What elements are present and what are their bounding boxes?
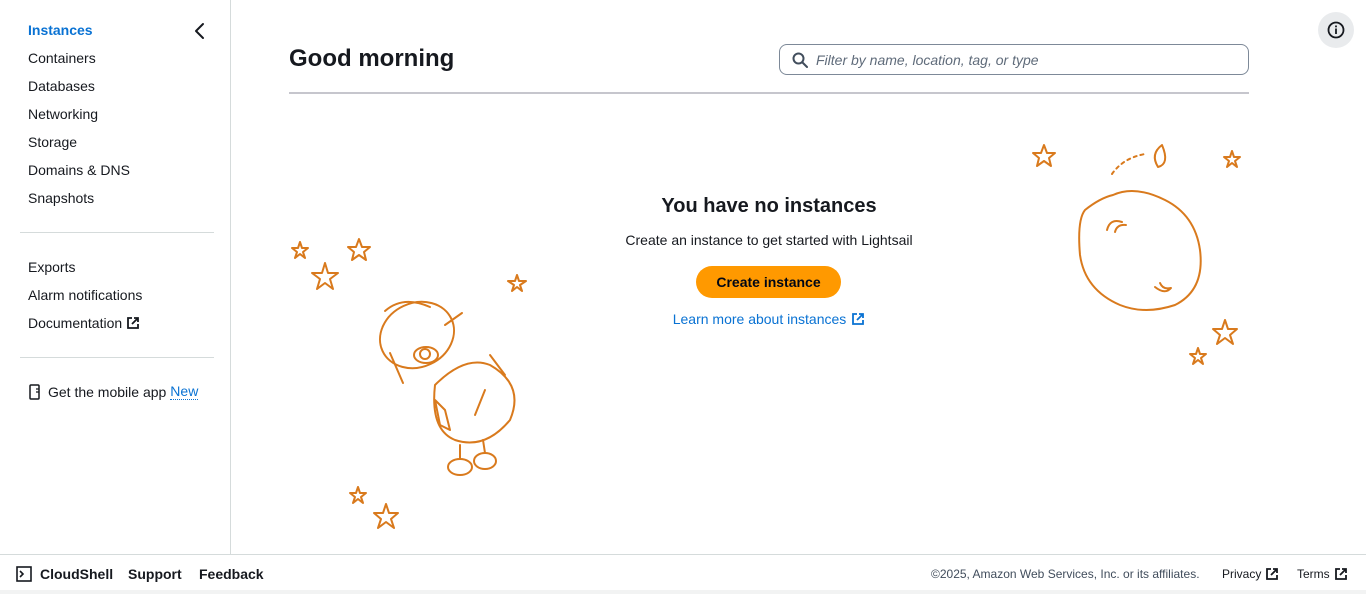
mobile-app-new-link[interactable]: New: [170, 383, 199, 400]
mobile-app-promo: Get the mobile app New: [28, 383, 199, 400]
copyright: ©2025, Amazon Web Services, Inc. or its …: [931, 567, 1200, 581]
external-link-icon: [127, 317, 140, 329]
privacy-label: Privacy: [1222, 567, 1262, 581]
sidebar-item-label: Documentation: [28, 315, 123, 331]
sidebar-item-snapshots[interactable]: Snapshots: [28, 190, 94, 206]
privacy-link[interactable]: Privacy: [1222, 567, 1279, 581]
robot-illustration: [291, 238, 527, 529]
sidebar-divider: [20, 232, 214, 233]
sidebar-item-alarm-notifications[interactable]: Alarm notifications: [28, 287, 142, 303]
cloudshell-icon: [16, 566, 32, 582]
external-link-icon: [1266, 568, 1279, 580]
mobile-app-label: Get the mobile app: [48, 383, 167, 400]
star-icon: [349, 486, 367, 504]
learn-more-instances-link[interactable]: Learn more about instances: [569, 311, 969, 327]
support-link[interactable]: Support: [128, 566, 182, 582]
search-input[interactable]: [816, 51, 1236, 68]
sidebar-item-storage[interactable]: Storage: [28, 134, 77, 150]
terms-label: Terms: [1297, 567, 1330, 581]
sidebar-item-containers[interactable]: Containers: [28, 50, 96, 66]
search-icon: [792, 52, 808, 68]
sidebar-item-instances[interactable]: Instances: [28, 22, 93, 38]
star-icon: [347, 238, 371, 261]
star-icon: [1189, 347, 1207, 365]
info-icon: [1327, 21, 1345, 39]
feedback-link[interactable]: Feedback: [199, 566, 264, 582]
mobile-icon: [29, 383, 40, 400]
empty-state-title: You have no instances: [661, 195, 877, 217]
collapse-sidebar-button[interactable]: [192, 22, 208, 40]
search-box[interactable]: [779, 44, 1249, 75]
sidebar-item-databases[interactable]: Databases: [28, 78, 95, 94]
star-icon: [507, 274, 527, 292]
sidebar-item-exports[interactable]: Exports: [28, 259, 75, 275]
header-divider: [289, 92, 1249, 94]
chevron-left-icon: [195, 23, 204, 39]
info-panel-button[interactable]: [1318, 12, 1354, 48]
planet-illustration: [1032, 144, 1241, 365]
star-icon: [1212, 319, 1238, 345]
sidebar-item-domains-dns[interactable]: Domains & DNS: [28, 162, 130, 178]
learn-more-label: Learn more about instances: [672, 311, 847, 327]
create-instance-button[interactable]: Create instance: [696, 266, 841, 298]
external-link-icon: [1334, 568, 1347, 580]
sidebar: Instances Containers Databases Networkin…: [0, 0, 231, 554]
empty-state-subtitle: Create an instance to get started with L…: [625, 232, 913, 248]
cloudshell-label: CloudShell: [40, 566, 114, 582]
sidebar-item-networking[interactable]: Networking: [28, 106, 98, 122]
external-link-icon: [852, 313, 865, 325]
star-icon: [291, 241, 309, 259]
star-icon: [311, 262, 339, 290]
page-title: Good morning: [289, 45, 455, 72]
star-icon: [1032, 144, 1056, 167]
footer-bottom-bar: [0, 590, 1366, 594]
footer: CloudShell Support Feedback ©2025, Amazo…: [0, 554, 1366, 594]
star-icon: [1223, 150, 1241, 168]
sidebar-item-documentation[interactable]: Documentation: [28, 315, 140, 331]
cloudshell-button[interactable]: CloudShell: [16, 566, 113, 582]
terms-link[interactable]: Terms: [1297, 567, 1348, 581]
sidebar-divider: [20, 357, 214, 358]
star-icon: [373, 503, 399, 529]
